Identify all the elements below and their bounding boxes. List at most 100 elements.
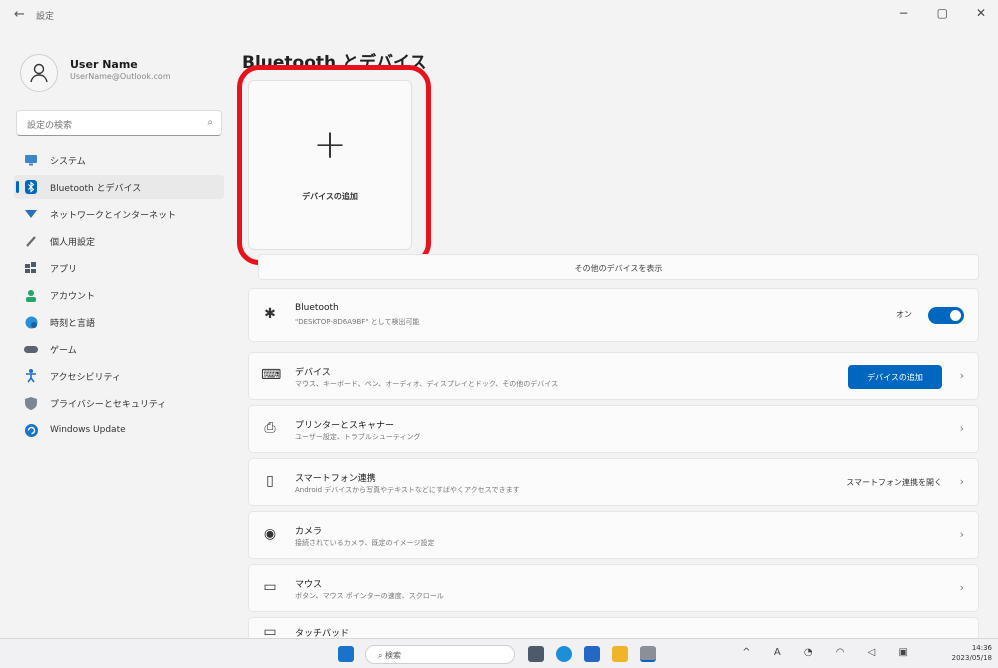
- sidebar-item-label: Bluetooth とデバイス: [50, 183, 142, 194]
- bluetooth-icon: ✱: [264, 306, 276, 322]
- app-title: 設定: [36, 12, 55, 22]
- sidebar-item-time-language[interactable]: 時刻と言語: [14, 310, 224, 334]
- shield-icon: [24, 396, 38, 410]
- gamepad-icon: [24, 342, 38, 356]
- row-subtitle: 接続されているカメラ、既定のイメージ設定: [295, 539, 435, 547]
- sidebar-item-apps[interactable]: アプリ: [14, 256, 224, 280]
- row-title: デバイス: [295, 368, 331, 378]
- devices-icon: ⌨: [261, 367, 282, 383]
- toggle-knob: [950, 310, 961, 321]
- sidebar-item-label: アクセシビリティ: [50, 372, 122, 383]
- sidebar-item-label: システム: [50, 156, 86, 167]
- camera-icon: ◉: [263, 526, 277, 542]
- file-explorer-icon[interactable]: [612, 646, 628, 662]
- clock-time: 14:36: [971, 644, 992, 652]
- add-device-button[interactable]: デバイスの追加: [848, 365, 942, 389]
- sidebar-item-label: ネットワークとインターネット: [50, 210, 177, 221]
- mouse-icon: ▭: [263, 579, 277, 595]
- bluetooth-subtitle: "DESKTOP-8D6A9BF" として検出可能: [295, 318, 420, 326]
- sidebar-item-label: 時刻と言語: [50, 318, 96, 329]
- chevron-right-icon[interactable]: ›: [960, 581, 964, 594]
- globe-clock-icon: [24, 315, 38, 329]
- user-avatar-icon[interactable]: [20, 54, 58, 92]
- store-icon[interactable]: [584, 646, 600, 662]
- sidebar-item-accessibility[interactable]: アクセシビリティ: [14, 364, 224, 388]
- search-icon: ⌕: [207, 117, 213, 128]
- row-title: タッチパッド: [295, 629, 350, 638]
- sidebar-item-label: Windows Update: [50, 425, 126, 435]
- chevron-right-icon[interactable]: ›: [960, 528, 964, 541]
- row-title: プリンターとスキャナー: [295, 421, 395, 431]
- accessibility-icon: [24, 369, 38, 383]
- touchpad-icon: ▭: [263, 624, 277, 638]
- monitor-icon: [24, 153, 38, 167]
- chevron-right-icon[interactable]: ›: [960, 475, 964, 488]
- settings-search-input[interactable]: 設定の検索 ⌕: [16, 110, 222, 136]
- bluetooth-toggle[interactable]: [928, 307, 964, 324]
- account-icon: [24, 288, 38, 302]
- settings-gear-icon[interactable]: [640, 646, 656, 662]
- sidebar-item-bluetooth[interactable]: Bluetooth とデバイス: [14, 175, 224, 199]
- chevron-right-icon[interactable]: ›: [960, 369, 964, 382]
- task-view-icon[interactable]: [528, 646, 544, 662]
- red-highlight-outline: [237, 65, 431, 265]
- bluetooth-icon: [24, 180, 38, 194]
- apps-icon: [24, 261, 38, 275]
- phone-icon: ▯: [266, 473, 274, 489]
- sidebar-item-windows-update[interactable]: Windows Update: [14, 418, 224, 442]
- user-name: User Name: [70, 58, 138, 71]
- row-title: マウス: [295, 580, 323, 590]
- sidebar-item-accounts[interactable]: アカウント: [14, 283, 224, 307]
- printers-row[interactable]: ⎙ プリンターとスキャナー ユーザー設定、トラブルシューティング ›: [248, 405, 979, 453]
- clock[interactable]: 14:36 2023/05/18: [952, 643, 992, 663]
- sidebar-item-label: プライバシーとセキュリティ: [50, 399, 167, 410]
- taskbar-search-label: 検索: [385, 651, 402, 660]
- close-button[interactable]: ✕: [976, 6, 986, 20]
- sidebar-item-label: ゲーム: [50, 345, 77, 356]
- row-title: スマートフォン連携: [295, 474, 376, 484]
- sidebar-item-gaming[interactable]: ゲーム: [14, 337, 224, 361]
- title-bar: ← 設定 − ▢ ✕: [0, 0, 998, 30]
- phone-link-row[interactable]: ▯ スマートフォン連携 Android デバイスから写真やテキストなどにすばやく…: [248, 458, 979, 506]
- brush-icon: [24, 234, 38, 248]
- mouse-row[interactable]: ▭ マウス ボタン、マウス ポインターの速度、スクロール ›: [248, 564, 979, 612]
- touchpad-row[interactable]: ▭ タッチパッド: [248, 617, 979, 638]
- sidebar-nav: システム Bluetooth とデバイス ネットワークとインターネット 個人用設…: [14, 148, 224, 445]
- toggle-state-label: オン: [896, 310, 912, 319]
- camera-row[interactable]: ◉ カメラ 接続されているカメラ、既定のイメージ設定 ›: [248, 511, 979, 559]
- sidebar-item-personalization[interactable]: 個人用設定: [14, 229, 224, 253]
- devices-row[interactable]: ⌨ デバイス マウス、キーボード、ペン、オーディオ、ディスプレイとドック、その他…: [248, 352, 979, 400]
- printer-icon: ⎙: [264, 420, 276, 436]
- row-title: カメラ: [295, 527, 323, 537]
- row-subtitle: Android デバイスから写真やテキストなどにすばやくアクセスできます: [295, 486, 520, 494]
- back-arrow-icon[interactable]: ←: [14, 7, 25, 22]
- row-subtitle: ユーザー設定、トラブルシューティング: [295, 433, 421, 441]
- bluetooth-card: ✱ Bluetooth "DESKTOP-8D6A9BF" として検出可能 オン: [248, 288, 979, 342]
- row-subtitle: ボタン、マウス ポインターの速度、スクロール: [295, 592, 444, 600]
- chevron-right-icon[interactable]: ›: [960, 422, 964, 435]
- maximize-button[interactable]: ▢: [937, 6, 948, 20]
- sidebar-item-privacy[interactable]: プライバシーとセキュリティ: [14, 391, 224, 415]
- search-placeholder: 設定の検索: [27, 121, 73, 131]
- taskbar: ⌕ 検索 ^ A ◔ ◠ ◁ ▣ 14:36 2023/05/18: [0, 638, 998, 668]
- sidebar-item-label: アプリ: [50, 264, 78, 275]
- update-icon: [24, 423, 38, 437]
- minimize-button[interactable]: −: [899, 6, 909, 20]
- start-icon[interactable]: [338, 646, 354, 662]
- row-subtitle: マウス、キーボード、ペン、オーディオ、ディスプレイとドック、その他のデバイス: [295, 380, 559, 388]
- sidebar-item-network[interactable]: ネットワークとインターネット: [14, 202, 224, 226]
- user-email: UserName@Outlook.com: [70, 72, 171, 81]
- open-phone-link-button[interactable]: スマートフォン連携を開く: [846, 477, 942, 488]
- window-controls: − ▢ ✕: [899, 6, 986, 20]
- sidebar-item-system[interactable]: システム: [14, 148, 224, 172]
- sidebar-item-label: アカウント: [50, 291, 96, 302]
- bluetooth-title: Bluetooth: [295, 303, 339, 313]
- edge-icon[interactable]: [556, 646, 572, 662]
- clock-date: 2023/05/18: [951, 654, 992, 662]
- sidebar-item-label: 個人用設定: [50, 237, 96, 248]
- show-more-label: その他のデバイスを表示: [574, 264, 663, 273]
- show-more-devices-button[interactable]: その他のデバイスを表示: [258, 254, 979, 280]
- wifi-icon: [24, 207, 38, 221]
- system-tray-icons[interactable]: ^ A ◔ ◠ ◁ ▣: [742, 647, 918, 658]
- taskbar-search-input[interactable]: ⌕ 検索: [365, 645, 515, 664]
